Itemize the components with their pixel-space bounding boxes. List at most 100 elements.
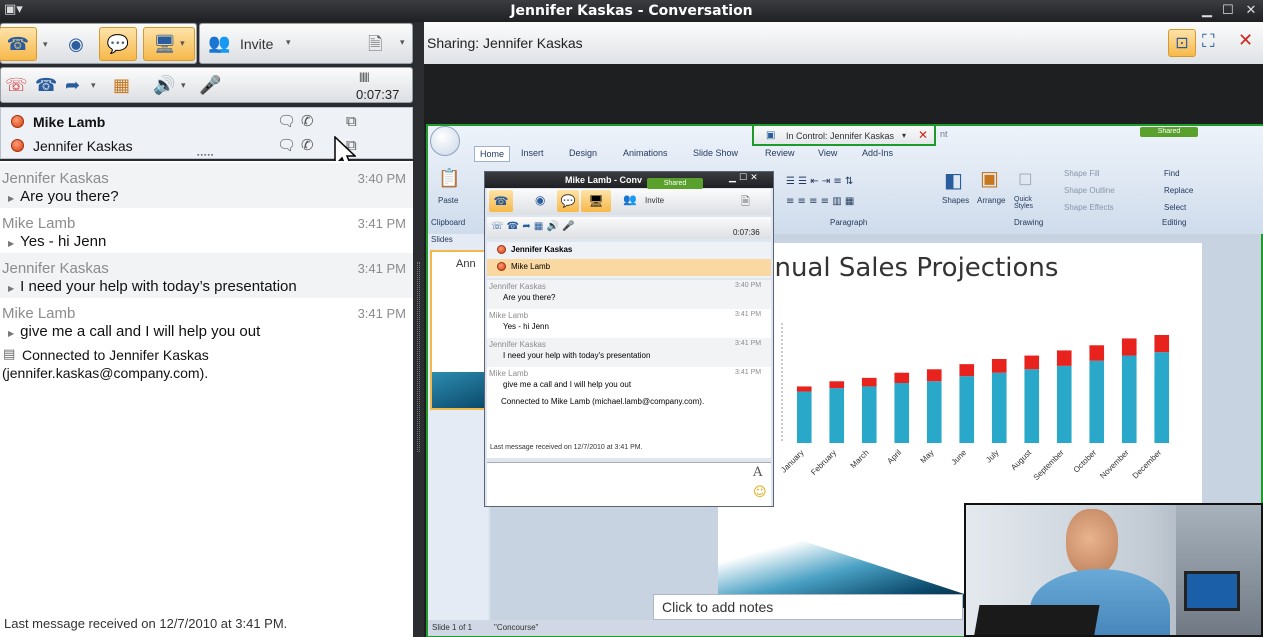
bar-base-november xyxy=(1121,355,1137,443)
quick-styles-label: Quick Styles xyxy=(1014,196,1034,210)
microphone-icon[interactable]: 🎤 xyxy=(199,75,221,96)
slide-thumbnail[interactable]: Ann xyxy=(430,250,486,410)
dialpad-icon[interactable]: ▦ xyxy=(113,75,130,96)
mini-window-controls[interactable]: ▁ ☐ ✕ xyxy=(729,173,758,183)
mini-input[interactable]: A ☺ xyxy=(487,462,771,506)
ppt-tab[interactable]: View xyxy=(818,148,837,158)
message-text-row: ▶ give me a call and I will help you out xyxy=(8,323,260,340)
mini-title-bar: Mike Lamb - Conv ▁ ☐ ✕ xyxy=(485,172,773,188)
ppt-tab[interactable]: Add-Ins xyxy=(862,148,893,158)
document-icon[interactable]: 🗎 xyxy=(368,32,382,62)
participant-item[interactable]: Mike Lamb 🗨 ✆ ⧉ xyxy=(1,110,412,134)
mode-toolbar: ☎ ▾ ◉ 💬 🖥 ▾ xyxy=(0,23,197,64)
speaker-icon[interactable]: 🔊 xyxy=(153,75,175,96)
stop-sharing-icon[interactable]: ✕ xyxy=(1238,30,1253,51)
bar-top-july xyxy=(991,359,1007,373)
hold-icon[interactable]: ☎ xyxy=(35,75,57,96)
ppt-tab[interactable]: Slide Show xyxy=(693,148,738,158)
find-button[interactable]: Find xyxy=(1164,169,1180,178)
mini-call-icons[interactable]: ☏ ☎ ➦ ▦ 🔊 🎤 xyxy=(491,221,575,232)
ppt-tab[interactable]: Home xyxy=(474,146,511,162)
chevron-down-icon[interactable]: ▾ xyxy=(181,81,186,91)
presence-busy-icon xyxy=(497,245,506,254)
chevron-down-icon: ▾ xyxy=(180,39,185,49)
office-button[interactable] xyxy=(430,126,460,156)
close-icon[interactable]: ✕ xyxy=(1242,2,1260,18)
webcam-icon: ◉ xyxy=(68,33,84,55)
signal-bars-icon: |||||| xyxy=(359,72,370,83)
in-control-label[interactable]: In Control: Jennifer Kaskas xyxy=(786,131,894,141)
call-timer: 0:07:37 xyxy=(356,87,400,102)
remote-conversation-window[interactable]: Mike Lamb - Conv ▁ ☐ ✕ Shared ☎ ◉ 💬 🖥 👥 … xyxy=(484,171,774,507)
mini-call-toolbar: ☏ ☎ ➦ ▦ 🔊 🎤 0:07:36 xyxy=(487,217,771,239)
video-feed[interactable] xyxy=(964,503,1263,637)
phone-icon[interactable]: ✆ xyxy=(301,112,314,130)
release-control-icon[interactable]: ✕ xyxy=(918,128,928,142)
full-screen-icon[interactable]: ⛶ xyxy=(1202,31,1215,52)
paragraph-icons[interactable]: ☰ ☰ ⇤ ⇥ ≡ ⇅ xyxy=(786,176,853,187)
mini-im-button[interactable]: 💬 xyxy=(557,190,579,212)
shape-outline[interactable]: Shape Outline xyxy=(1064,186,1115,195)
phone-icon[interactable]: ✆ xyxy=(301,136,314,154)
group-clipboard: Clipboard xyxy=(431,218,466,227)
minimize-icon[interactable]: ▁ xyxy=(1198,2,1216,18)
bar-top-january xyxy=(796,386,812,392)
im-icon[interactable]: 🗨 xyxy=(277,136,296,154)
mini-call-button[interactable]: ☎ xyxy=(489,190,513,212)
mini-font-button[interactable]: A xyxy=(753,465,762,480)
maximize-icon[interactable]: ☐ xyxy=(1219,2,1237,18)
arrange-icon[interactable]: ▣ xyxy=(980,166,999,190)
quick-styles-icon[interactable]: ◻ xyxy=(1018,168,1033,189)
im-button[interactable]: 💬 xyxy=(99,27,137,61)
notes-pane[interactable]: Click to add notes xyxy=(653,594,963,620)
replace-button[interactable]: Replace xyxy=(1164,186,1193,195)
ppt-tab[interactable]: Animations xyxy=(623,148,668,158)
chevron-down-icon[interactable]: ▾ xyxy=(400,38,405,48)
mini-video-icon[interactable]: ◉ xyxy=(535,193,545,207)
shapes-icon[interactable]: ◧ xyxy=(944,168,963,192)
slides-tab[interactable]: Slides xyxy=(431,235,453,244)
resize-grip[interactable]: ▪▪▪▪▪ xyxy=(197,152,214,159)
transfer-icon[interactable]: ➦ xyxy=(65,75,80,96)
shape-effects[interactable]: Shape Effects xyxy=(1064,203,1114,212)
mini-share-button[interactable]: 🖥 xyxy=(581,190,611,212)
share-desktop-button[interactable]: 🖥 ▾ xyxy=(143,27,195,61)
message-time: 3:40 PM xyxy=(357,171,406,186)
hang-up-icon[interactable]: ☏ xyxy=(5,75,28,96)
mini-invite-button[interactable]: Invite xyxy=(645,196,664,205)
phone-book-button[interactable]: ☎ xyxy=(0,27,37,61)
bar-base-april xyxy=(894,383,910,443)
call-toolbar: ☏ ☎ ➦ ▾ ▦ 🔊 ▾ 🎤 |||||| 0:07:37 xyxy=(0,67,413,103)
chevron-down-icon[interactable]: ▾ xyxy=(286,38,291,48)
pane-splitter[interactable] xyxy=(414,22,424,637)
ppt-tab[interactable]: Insert xyxy=(521,148,544,158)
bullet-icon: ▶ xyxy=(8,194,15,203)
mini-msg-text: Are you there? xyxy=(503,293,556,302)
sharing-icon[interactable]: ⧉ xyxy=(346,112,357,130)
ppt-tab[interactable]: Review xyxy=(765,148,795,158)
presence-busy-icon xyxy=(497,262,506,271)
chevron-down-icon[interactable]: ▾ xyxy=(43,40,48,50)
paste-icon[interactable]: 📋 xyxy=(438,168,460,189)
im-icon[interactable]: 🗨 xyxy=(277,112,296,130)
bar-base-december xyxy=(1154,352,1170,443)
chevron-down-icon[interactable]: ▾ xyxy=(902,131,906,140)
x-tick-label: April xyxy=(885,448,903,466)
bar-top-april xyxy=(894,372,910,383)
group-drawing: Drawing xyxy=(1014,218,1044,227)
mini-doc-icon[interactable]: 🗎 xyxy=(741,193,750,212)
select-button[interactable]: Select xyxy=(1164,203,1186,212)
speech-bubble-icon: 💬 xyxy=(106,33,130,55)
bar-top-october xyxy=(1089,345,1105,361)
alignment-icons[interactable]: ≡ ≡ ≡ ≡ ▥ ▦ xyxy=(786,196,854,207)
emoticon-icon[interactable]: ☺ xyxy=(753,485,767,500)
shape-fill[interactable]: Shape Fill xyxy=(1064,169,1100,178)
mini-msg-sender: Mike Lamb xyxy=(489,369,529,378)
video-button[interactable]: ◉ xyxy=(57,27,95,61)
fit-to-window-button[interactable]: ⊡ xyxy=(1168,29,1196,57)
chevron-down-icon[interactable]: ▾ xyxy=(91,81,96,91)
ppt-tab[interactable]: Design xyxy=(569,148,597,158)
sharing-toolbar: Sharing: Jennifer Kaskas ⊡ ⛶ ✕ xyxy=(424,22,1263,64)
status-slide: Slide 1 of 1 xyxy=(432,623,473,632)
invite-button[interactable]: Invite xyxy=(240,36,273,52)
